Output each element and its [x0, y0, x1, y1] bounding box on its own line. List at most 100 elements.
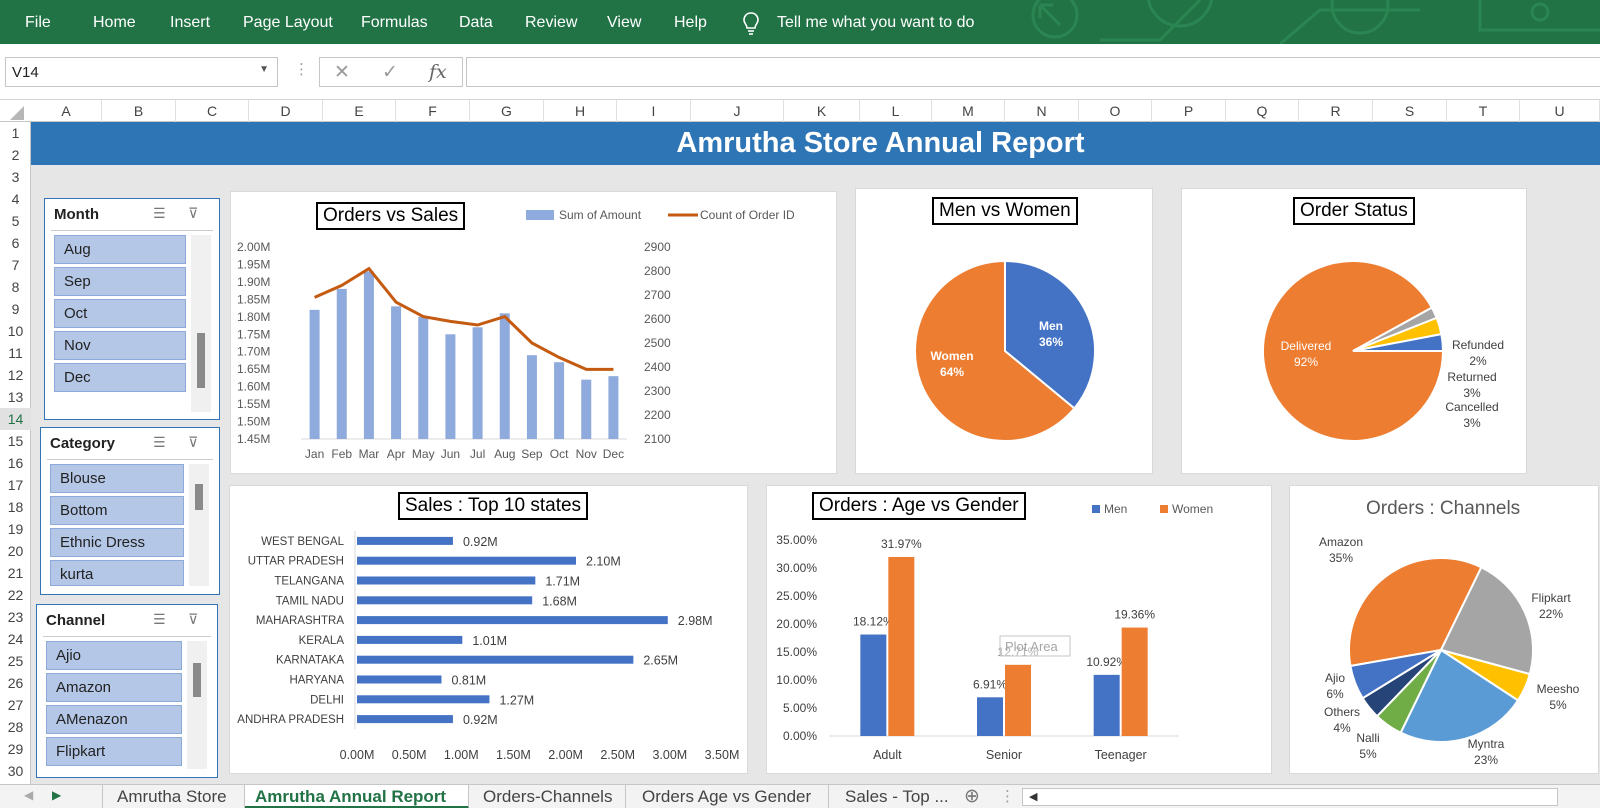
- slicer-item-amazon[interactable]: Amazon: [46, 673, 182, 702]
- row-header-5[interactable]: 5: [0, 210, 31, 232]
- sheet-tab-amrutha-annual-report[interactable]: Amrutha Annual Report: [245, 785, 469, 808]
- ribbon-tab-view[interactable]: View: [607, 14, 641, 32]
- ribbon-tab-data[interactable]: Data: [459, 14, 493, 32]
- row-header-15[interactable]: 15: [0, 430, 31, 452]
- orders-vs-sales-chart[interactable]: Orders vs Sales Sum of Amount Count of O…: [230, 191, 837, 474]
- row-header-7[interactable]: 7: [0, 254, 31, 276]
- slicer-item-ethnic-dress[interactable]: Ethnic Dress: [50, 528, 184, 557]
- row-header-25[interactable]: 25: [0, 650, 31, 672]
- row-header-1[interactable]: 1: [0, 122, 31, 144]
- column-header-r[interactable]: R: [1299, 100, 1373, 122]
- slicer-item-flipkart[interactable]: Flipkart: [46, 737, 182, 766]
- row-header-14[interactable]: 14: [0, 408, 31, 430]
- column-header-d[interactable]: D: [249, 100, 323, 122]
- select-all-icon[interactable]: [10, 106, 24, 120]
- tab-scroll-right-icon[interactable]: ▶: [52, 788, 61, 802]
- name-box[interactable]: V14 ▼: [5, 57, 278, 87]
- column-header-i[interactable]: I: [617, 100, 691, 122]
- column-header-g[interactable]: G: [470, 100, 544, 122]
- column-header-t[interactable]: T: [1447, 100, 1520, 122]
- clear-filter-icon[interactable]: ⊽: [188, 434, 198, 451]
- top-states-chart[interactable]: Sales : Top 10 states WEST BENGAL 0.92M UT…: [229, 485, 748, 774]
- row-header-6[interactable]: 6: [0, 232, 31, 254]
- men-vs-women-chart[interactable]: Men vs Women Men 36% Women 64%: [855, 188, 1153, 474]
- row-header-22[interactable]: 22: [0, 584, 31, 606]
- row-header-16[interactable]: 16: [0, 452, 31, 474]
- channels-chart[interactable]: Orders : Channels Amazon 35% Flipkart 22% Me…: [1289, 485, 1599, 774]
- column-header-f[interactable]: F: [396, 100, 470, 122]
- slicer-item-nov[interactable]: Nov: [54, 331, 186, 360]
- slicer-item-aug[interactable]: Aug: [54, 235, 186, 264]
- row-header-17[interactable]: 17: [0, 474, 31, 496]
- ribbon-tab-page-layout[interactable]: Page Layout: [243, 14, 333, 32]
- column-header-p[interactable]: P: [1152, 100, 1226, 122]
- ribbon-tab-formulas[interactable]: Formulas: [361, 14, 428, 32]
- row-header-4[interactable]: 4: [0, 188, 31, 210]
- slicer-item-sep[interactable]: Sep: [54, 267, 186, 296]
- column-header-b[interactable]: B: [102, 100, 176, 122]
- add-sheet-icon[interactable]: ⊕: [964, 785, 980, 808]
- row-header-11[interactable]: 11: [0, 342, 31, 364]
- sheet-tab-amrutha-store[interactable]: Amrutha Store: [102, 785, 245, 808]
- slicer-item-dec[interactable]: Dec: [54, 363, 186, 392]
- row-header-20[interactable]: 20: [0, 540, 31, 562]
- slicer-item-ajio[interactable]: Ajio: [46, 641, 182, 670]
- column-header-l[interactable]: L: [860, 100, 932, 122]
- column-header-o[interactable]: O: [1079, 100, 1152, 122]
- row-header-19[interactable]: 19: [0, 518, 31, 540]
- row-header-21[interactable]: 21: [0, 562, 31, 584]
- multi-select-icon[interactable]: ☰: [153, 611, 166, 628]
- multi-select-icon[interactable]: ☰: [153, 434, 166, 451]
- row-header-3[interactable]: 3: [0, 166, 31, 188]
- ribbon-tab-help[interactable]: Help: [674, 14, 707, 32]
- row-header-23[interactable]: 23: [0, 606, 31, 628]
- ribbon-tab-insert[interactable]: Insert: [170, 14, 210, 32]
- clear-filter-icon[interactable]: ⊽: [188, 611, 198, 628]
- column-header-c[interactable]: C: [176, 100, 249, 122]
- row-header-26[interactable]: 26: [0, 672, 31, 694]
- ribbon-tab-home[interactable]: Home: [93, 14, 136, 32]
- slicer-item-blouse[interactable]: Blouse: [50, 464, 184, 493]
- multi-select-icon[interactable]: ☰: [153, 205, 166, 222]
- slicer-item-amenazon[interactable]: AMenazon: [46, 705, 182, 734]
- column-header-k[interactable]: K: [784, 100, 860, 122]
- row-header-2[interactable]: 2: [0, 144, 31, 166]
- row-header-9[interactable]: 9: [0, 298, 31, 320]
- column-header-a[interactable]: A: [31, 100, 102, 122]
- row-header-27[interactable]: 27: [0, 694, 31, 716]
- sheet-tab-sales-top[interactable]: Sales - Top ...: [829, 785, 959, 808]
- category-slicer-scrollbar[interactable]: [189, 464, 209, 586]
- cancel-icon[interactable]: ✕: [334, 61, 350, 84]
- column-header-j[interactable]: J: [691, 100, 784, 122]
- row-header-29[interactable]: 29: [0, 738, 31, 760]
- column-header-s[interactable]: S: [1373, 100, 1447, 122]
- slicer-item-bottom[interactable]: Bottom: [50, 496, 184, 525]
- age-vs-gender-chart[interactable]: Orders : Age vs Gender Men Women 35.00% 3…: [766, 485, 1272, 774]
- column-header-m[interactable]: M: [932, 100, 1005, 122]
- scroll-left-icon[interactable]: ◀: [1029, 790, 1037, 803]
- row-header-8[interactable]: 8: [0, 276, 31, 298]
- column-header-e[interactable]: E: [323, 100, 396, 122]
- tell-me-search[interactable]: Tell me what you want to do: [777, 14, 974, 32]
- slicer-item-oct[interactable]: Oct: [54, 299, 186, 328]
- channel-slicer-scrollbar[interactable]: [187, 641, 207, 769]
- horizontal-scrollbar[interactable]: ◀: [1022, 788, 1558, 806]
- ribbon-tab-file[interactable]: File: [25, 14, 51, 32]
- sheet-tab-orders-channels[interactable]: Orders-Channels: [469, 785, 626, 808]
- row-header-10[interactable]: 10: [0, 320, 31, 342]
- row-header-13[interactable]: 13: [0, 386, 31, 408]
- order-status-chart[interactable]: Order Status Delivered 92% Refunded 2% Retur…: [1181, 188, 1527, 474]
- formula-input[interactable]: [466, 57, 1600, 87]
- column-header-n[interactable]: N: [1005, 100, 1079, 122]
- enter-icon[interactable]: ✓: [382, 61, 398, 84]
- chevron-down-icon[interactable]: ▼: [259, 64, 269, 75]
- ribbon-tab-review[interactable]: Review: [525, 14, 577, 32]
- column-header-u[interactable]: U: [1520, 100, 1600, 122]
- fx-icon[interactable]: fx: [429, 61, 447, 83]
- row-header-24[interactable]: 24: [0, 628, 31, 650]
- month-slicer-scrollbar[interactable]: [191, 235, 211, 412]
- row-header-30[interactable]: 30: [0, 760, 31, 782]
- tab-scroll-left-icon[interactable]: ◀: [24, 788, 33, 802]
- slicer-item-kurta[interactable]: kurta: [50, 560, 184, 586]
- column-header-q[interactable]: Q: [1226, 100, 1299, 122]
